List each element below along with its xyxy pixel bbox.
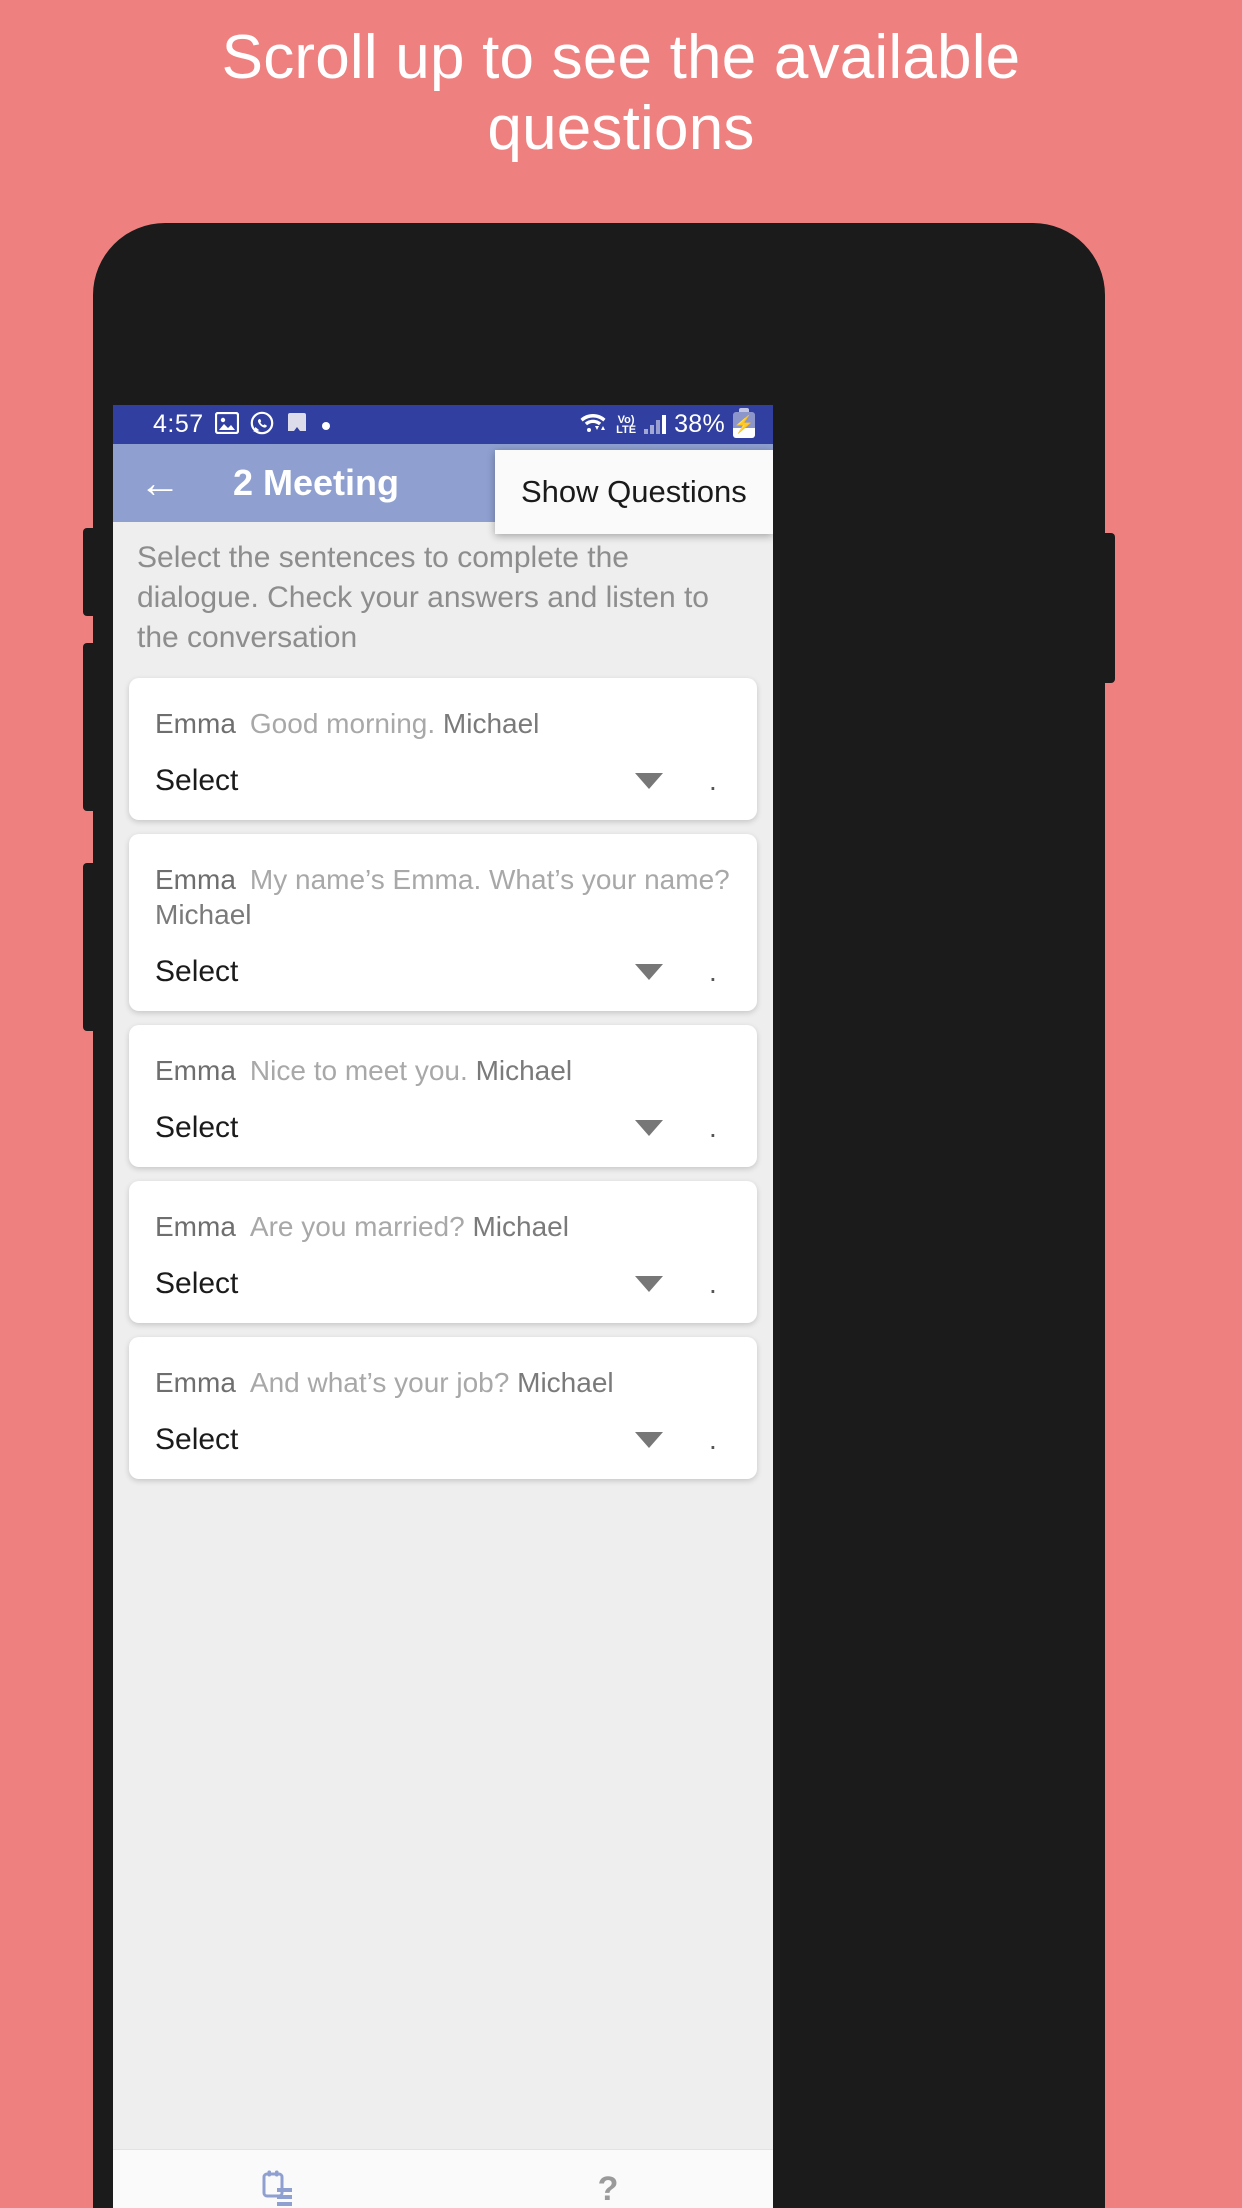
dialogue-sentence: And what’s your job? (249, 1366, 510, 1398)
back-arrow-icon[interactable]: ← (139, 462, 197, 504)
phone-screen: 4:57 Vo) LTE 38% ⚡ ← 2 Meeting Show Ques… (113, 405, 773, 2208)
speaker-b-label: Michael (155, 899, 252, 931)
dialogue-line: Emma Are you married? Michael (155, 1209, 731, 1245)
dialogue-sentence: My name’s Emma. What’s your name? (249, 863, 730, 895)
dialogue-card[interactable]: Emma My name’s Emma. What’s your name? Mi… (129, 833, 757, 1012)
status-time: 4:57 (153, 410, 204, 438)
page-title: 2 Meeting (233, 462, 400, 503)
sentence-period: . (709, 1111, 717, 1143)
answer-select-row[interactable]: Select . (155, 1423, 731, 1457)
speaker-b-label: Michael (517, 1366, 614, 1398)
select-dropdown[interactable]: Select (155, 764, 325, 798)
chevron-down-icon[interactable] (635, 772, 663, 789)
wifi-icon (578, 411, 608, 439)
speaker-b-label: Michael (475, 1055, 573, 1087)
status-bar-right: Vo) LTE 38% ⚡ (578, 407, 761, 439)
promo-headline: Scroll up to see the available questions (221, 23, 1021, 164)
status-bar: 4:57 Vo) LTE 38% ⚡ (113, 405, 773, 444)
speaker-a-label: Emma (155, 1210, 236, 1242)
dot-icon (320, 413, 332, 436)
sentence-period: . (709, 1267, 717, 1299)
sentence-period: . (709, 1423, 717, 1455)
volte-line2: LTE (616, 423, 637, 436)
dialogue-card-list: Emma Good morning. Michael Select . Emma M… (113, 677, 773, 1479)
select-dropdown[interactable]: Select (155, 955, 325, 989)
question-mark-icon: ? (591, 2166, 625, 2208)
chevron-down-icon[interactable] (635, 1431, 663, 1448)
dialogue-sentence: Nice to meet you. (249, 1055, 468, 1087)
chevron-down-icon[interactable] (635, 1119, 663, 1136)
sentence-period: . (709, 764, 717, 796)
select-dropdown[interactable]: Select (155, 1423, 325, 1457)
dialogue-line: Emma Good morning. Michael (155, 706, 731, 742)
instructions-text: Select the sentences to complete the dia… (113, 522, 773, 678)
phone-button-left-upper[interactable] (83, 528, 97, 616)
select-dropdown[interactable]: Select (155, 1267, 325, 1301)
phone-device-frame: 4:57 Vo) LTE 38% ⚡ ← 2 Meeting Show Ques… (83, 223, 1115, 2208)
overflow-menu-popup[interactable]: Show Questions (495, 450, 773, 534)
dialogue-sentence: Are you married? (249, 1210, 465, 1242)
battery-percent: 38% (674, 410, 725, 438)
dialogue-line: Emma My name’s Emma. What’s your name? Mi… (155, 862, 731, 934)
answer-select-row[interactable]: Select . (155, 955, 731, 989)
app-icon (285, 411, 309, 439)
dialogue-line: Emma Nice to meet you. Michael (155, 1053, 731, 1089)
volte-icon: Vo) LTE (616, 413, 637, 436)
answer-select-row[interactable]: Select . (155, 1111, 731, 1145)
bottom-navigation-bar: Home ? Settings (113, 2149, 773, 2208)
phone-power-button[interactable] (1101, 533, 1115, 683)
answer-select-row[interactable]: Select . (155, 1267, 731, 1301)
app-bar: ← 2 Meeting Show Questions (113, 444, 773, 534)
battery-charging-icon: ⚡ (733, 407, 755, 438)
nav-item-settings[interactable]: ? Settings (443, 2150, 773, 2208)
chevron-down-icon[interactable] (635, 964, 663, 981)
dialogue-line: Emma And what’s your job? Michael (155, 1365, 731, 1401)
dialogue-sentence: Good morning. (249, 707, 436, 739)
image-icon (214, 411, 239, 438)
answer-select-row[interactable]: Select . (155, 764, 731, 798)
phone-volume-up-button[interactable] (83, 643, 97, 811)
status-bar-left: 4:57 (125, 410, 332, 439)
promo-screenshot: Scroll up to see the available questions… (0, 0, 1242, 2208)
speaker-a-label: Emma (155, 863, 236, 895)
notes-list-icon (261, 2166, 295, 2208)
phone-volume-down-button[interactable] (83, 863, 97, 1031)
speaker-b-label: Michael (472, 1210, 569, 1242)
dialogue-card[interactable]: Emma Good morning. Michael Select . (129, 677, 757, 820)
chevron-down-icon[interactable] (635, 1275, 663, 1292)
whatsapp-icon (250, 411, 274, 439)
svg-text:?: ? (598, 2170, 619, 2208)
select-dropdown[interactable]: Select (155, 1111, 325, 1145)
speaker-a-label: Emma (155, 1366, 236, 1398)
sentence-period: . (709, 956, 717, 988)
dialogue-card[interactable]: Emma Nice to meet you. Michael Select . (129, 1025, 757, 1167)
dialogue-card[interactable]: Emma And what’s your job? Michael Select … (129, 1336, 757, 1479)
speaker-a-label: Emma (155, 707, 236, 739)
speaker-a-label: Emma (155, 1055, 236, 1087)
signal-bars-icon (644, 415, 667, 434)
nav-item-home[interactable]: Home (113, 2150, 443, 2208)
volte-line1: Vo) (617, 413, 635, 426)
menu-item-show-questions[interactable]: Show Questions (521, 474, 747, 510)
dialogue-card[interactable]: Emma Are you married? Michael Select . (129, 1180, 757, 1323)
speaker-b-label: Michael (442, 707, 540, 739)
